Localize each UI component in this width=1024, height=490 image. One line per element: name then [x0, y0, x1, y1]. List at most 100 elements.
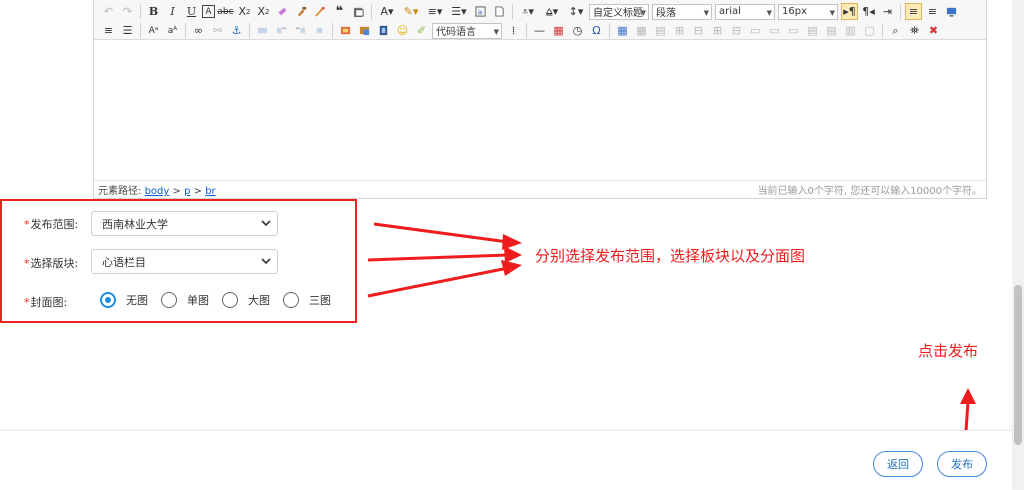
page-break-icon[interactable]: ⁞: [505, 22, 522, 39]
row-spacing-top-icon[interactable]: ⩡▾: [517, 3, 539, 20]
editor-toolbar: ↶ ↷ B I U A abc X2 X2 ❝ A▾ ✎▾ ≡▾ ☰▾ a ⩡▾…: [94, 0, 986, 40]
insert-video-icon[interactable]: [375, 22, 392, 39]
editor-content-area[interactable]: [94, 40, 986, 180]
special-chars-icon[interactable]: Ω: [588, 22, 605, 39]
chart-icon[interactable]: ▢: [861, 22, 878, 39]
section-select[interactable]: 心语栏目: [91, 249, 278, 274]
paste-plain-icon[interactable]: [350, 3, 367, 20]
toolbar-divider: [882, 23, 883, 38]
cover-option-label: 三图: [309, 294, 331, 307]
path-item-p[interactable]: p: [184, 186, 190, 197]
unlink-icon[interactable]: ⚯: [209, 22, 226, 39]
delete-row-icon[interactable]: ⊟: [690, 22, 707, 39]
align-center-icon[interactable]: ≡: [924, 3, 941, 20]
align-left-icon[interactable]: ≡: [905, 3, 922, 20]
image-right-icon[interactable]: [292, 22, 309, 39]
element-path-label: 元素路径:: [98, 186, 142, 197]
eraser-icon[interactable]: [274, 3, 291, 20]
auto-format-icon[interactable]: [312, 3, 329, 20]
anchor-icon[interactable]: ⚓: [228, 22, 245, 39]
cover-radio-none[interactable]: [100, 292, 116, 308]
editor-statusbar: 元素路径: body > p > br 当前已输入0个字符, 您还可以输入100…: [94, 180, 986, 198]
font-family-select[interactable]: arial ▼: [715, 3, 775, 20]
row-spacing-bottom-icon[interactable]: ⩠▾: [541, 3, 563, 20]
font-size-select[interactable]: 16px ▼: [778, 3, 838, 20]
font-color-icon[interactable]: A▾: [376, 3, 398, 20]
cover-option-label: 大图: [248, 294, 270, 307]
blockquote-icon[interactable]: ❝: [331, 3, 348, 20]
ordered-list-icon[interactable]: ≡▾: [424, 3, 446, 20]
redo-icon[interactable]: ↷: [119, 3, 136, 20]
toolbar-divider: [512, 4, 513, 19]
scrollbar-thumb[interactable]: [1014, 285, 1022, 445]
path-item-br[interactable]: br: [205, 186, 215, 197]
scope-select[interactable]: 西南林业大学: [91, 211, 278, 236]
image-none-icon[interactable]: [254, 22, 271, 39]
cover-radio-large[interactable]: [222, 292, 238, 308]
code-language-select[interactable]: 代码语言 ▼: [432, 22, 502, 39]
direction-rtl-icon[interactable]: ¶◂: [860, 3, 877, 20]
indent-icon[interactable]: ⇥: [879, 3, 896, 20]
superscript-icon[interactable]: X2: [236, 3, 253, 20]
select-all-icon[interactable]: a: [472, 3, 489, 20]
chevron-down-icon: ▼: [640, 8, 646, 17]
upper-case-icon[interactable]: Aᵃ: [145, 22, 162, 39]
undo-icon[interactable]: ↶: [100, 3, 117, 20]
cover-radio-single[interactable]: [161, 292, 177, 308]
insert-paragraph-before-table-icon[interactable]: ▤: [652, 22, 669, 39]
split-rows-icon[interactable]: ▤: [823, 22, 840, 39]
simple-upload-icon[interactable]: [337, 22, 354, 39]
underline-icon[interactable]: U: [183, 3, 200, 20]
path-item-body[interactable]: body: [145, 186, 170, 197]
delete-table-icon[interactable]: ▦: [633, 22, 650, 39]
required-mark: *: [24, 256, 30, 270]
insert-row-icon[interactable]: ⊞: [671, 22, 688, 39]
link-icon[interactable]: ∞: [190, 22, 207, 39]
fullscreen-icon[interactable]: [943, 3, 960, 20]
font-border-icon[interactable]: A: [202, 5, 215, 18]
scrawl-icon[interactable]: ✐: [413, 22, 430, 39]
paragraph-select[interactable]: 段落 ▼: [652, 3, 712, 20]
insert-time-icon[interactable]: ◷: [569, 22, 586, 39]
annotation-arrow: [373, 222, 522, 250]
annotation-arrow: [367, 260, 522, 298]
emotion-icon[interactable]: ☺: [394, 22, 411, 39]
unordered-list-icon[interactable]: ☰▾: [448, 3, 470, 20]
insert-date-icon[interactable]: ▦: [550, 22, 567, 39]
drafts-icon[interactable]: ✖: [925, 22, 942, 39]
image-center-icon[interactable]: [311, 22, 328, 39]
preview-icon[interactable]: ⌕: [887, 22, 904, 39]
lower-case-icon[interactable]: aᴬ: [164, 22, 181, 39]
custom-heading-select[interactable]: 自定义标题 ▼: [589, 3, 649, 20]
image-left-icon[interactable]: [273, 22, 290, 39]
direction-ltr-icon[interactable]: ▸¶: [841, 3, 858, 20]
merge-right-icon[interactable]: ▭: [766, 22, 783, 39]
split-cols-icon[interactable]: ▥: [842, 22, 859, 39]
cover-radio-three[interactable]: [283, 292, 299, 308]
clear-doc-icon[interactable]: [491, 3, 508, 20]
format-brush-icon[interactable]: [293, 3, 310, 20]
align-right-icon[interactable]: ≡: [100, 22, 117, 39]
merge-down-icon[interactable]: ▭: [785, 22, 802, 39]
line-height-icon[interactable]: ↕▾: [565, 3, 587, 20]
insert-table-icon[interactable]: ▦: [614, 22, 631, 39]
bold-icon[interactable]: B: [145, 3, 162, 20]
align-justify-icon[interactable]: ☰: [119, 22, 136, 39]
italic-icon[interactable]: I: [164, 3, 181, 20]
search-replace-icon[interactable]: ⛯: [906, 22, 923, 39]
page-scrollbar[interactable]: [1012, 0, 1024, 490]
publish-button[interactable]: 发布: [937, 451, 987, 477]
insert-image-icon[interactable]: [356, 22, 373, 39]
subscript-icon[interactable]: X2: [255, 3, 272, 20]
path-separator: >: [193, 186, 202, 197]
highlight-color-icon[interactable]: ✎▾: [400, 3, 422, 20]
strikethrough-icon[interactable]: abc: [217, 3, 234, 20]
split-cells-icon[interactable]: ▤: [804, 22, 821, 39]
insert-col-icon[interactable]: ⊞: [709, 22, 726, 39]
back-button[interactable]: 返回: [873, 451, 923, 477]
scope-label: * 发布范围:: [24, 216, 78, 232]
delete-col-icon[interactable]: ⊟: [728, 22, 745, 39]
horizontal-rule-icon[interactable]: —: [531, 22, 548, 39]
toolbar-divider: [185, 23, 186, 38]
merge-cells-icon[interactable]: ▭: [747, 22, 764, 39]
